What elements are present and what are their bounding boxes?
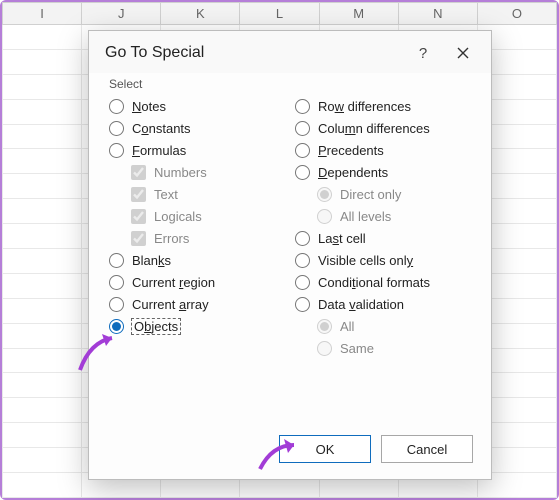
- cell[interactable]: [3, 448, 82, 473]
- cell[interactable]: [3, 49, 82, 74]
- ok-button[interactable]: OK: [279, 435, 371, 463]
- option-objects[interactable]: Objects: [109, 319, 285, 334]
- cell[interactable]: [3, 373, 82, 398]
- option-data-validation[interactable]: Data validation: [295, 297, 471, 312]
- cancel-button[interactable]: Cancel: [381, 435, 473, 463]
- option-dv-all: All: [295, 319, 471, 334]
- cell[interactable]: [3, 348, 82, 373]
- cell[interactable]: [3, 25, 82, 50]
- option-row-differences[interactable]: Row differences: [295, 99, 471, 114]
- cell[interactable]: [3, 473, 82, 498]
- option-formulas[interactable]: Formulas: [109, 143, 285, 158]
- cell[interactable]: [3, 224, 82, 249]
- cell[interactable]: [3, 423, 82, 448]
- column-header[interactable]: N: [398, 3, 477, 25]
- option-notes[interactable]: Notes: [109, 99, 285, 114]
- dialog-titlebar: Go To Special ?: [89, 31, 491, 73]
- option-formula-errors: Errors: [109, 231, 285, 246]
- column-header[interactable]: M: [319, 3, 398, 25]
- cell[interactable]: [3, 273, 82, 298]
- option-formula-logicals: Logicals: [109, 209, 285, 224]
- option-formula-text: Text: [109, 187, 285, 202]
- option-column-differences[interactable]: Column differences: [295, 121, 471, 136]
- cell[interactable]: [3, 99, 82, 124]
- cell[interactable]: [3, 174, 82, 199]
- option-precedents[interactable]: Precedents: [295, 143, 471, 158]
- option-conditional-formats[interactable]: Conditional formats: [295, 275, 471, 290]
- dialog-title: Go To Special: [105, 44, 403, 62]
- option-constants[interactable]: Constants: [109, 121, 285, 136]
- column-header[interactable]: K: [161, 3, 240, 25]
- option-all-levels: All levels: [295, 209, 471, 224]
- cell[interactable]: [3, 149, 82, 174]
- cell[interactable]: [3, 323, 82, 348]
- option-current-array[interactable]: Current array: [109, 297, 285, 312]
- go-to-special-dialog: Go To Special ? Select Notes Constants F…: [88, 30, 492, 480]
- column-header[interactable]: L: [240, 3, 319, 25]
- column-header[interactable]: O: [477, 3, 556, 25]
- cell[interactable]: [3, 199, 82, 224]
- option-visible-cells[interactable]: Visible cells only: [295, 253, 471, 268]
- option-blanks[interactable]: Blanks: [109, 253, 285, 268]
- close-button[interactable]: [443, 41, 483, 65]
- option-dv-same: Same: [295, 341, 471, 356]
- cell[interactable]: [3, 124, 82, 149]
- cell[interactable]: [3, 249, 82, 274]
- cell[interactable]: [3, 398, 82, 423]
- cell[interactable]: [3, 74, 82, 99]
- option-current-region[interactable]: Current region: [109, 275, 285, 290]
- column-header[interactable]: J: [82, 3, 161, 25]
- option-direct-only: Direct only: [295, 187, 471, 202]
- option-dependents[interactable]: Dependents: [295, 165, 471, 180]
- section-label: Select: [109, 77, 471, 91]
- cell[interactable]: [3, 298, 82, 323]
- option-last-cell[interactable]: Last cell: [295, 231, 471, 246]
- option-formula-numbers: Numbers: [109, 165, 285, 180]
- help-button[interactable]: ?: [403, 41, 443, 65]
- column-header[interactable]: I: [3, 3, 82, 25]
